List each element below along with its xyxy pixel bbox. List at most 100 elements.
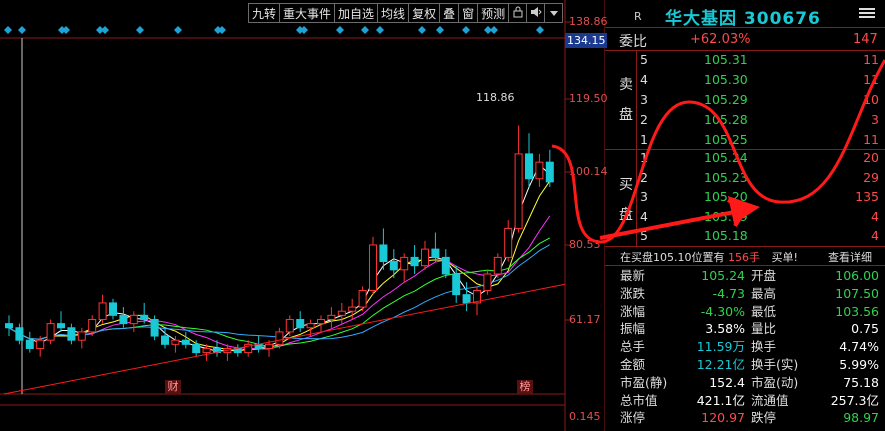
weibi-difference: 147 — [853, 32, 878, 47]
candle-body — [25, 339, 34, 349]
order-level: 4 — [640, 72, 648, 87]
stat-value: 0.75 — [851, 321, 879, 337]
candle-body — [514, 153, 523, 229]
candle-body — [150, 318, 159, 337]
menu-icon[interactable] — [856, 6, 878, 20]
event-diamond-icon — [300, 26, 308, 34]
order-price: 105.24 — [704, 150, 748, 165]
candle-body — [379, 244, 388, 263]
stat-label: 量比 — [751, 321, 777, 337]
event-diamond-icon — [490, 26, 498, 34]
order-volume: 135 — [855, 189, 879, 204]
order-volume: 4 — [871, 208, 879, 224]
stat-row: 总市值 421.1亿 流通值 257.3亿 — [620, 393, 885, 409]
sell-order-row[interactable]: 3 105.29 10 — [640, 92, 885, 110]
buy-order-row[interactable]: 1 105.24 20 — [640, 150, 885, 168]
candle-body — [337, 310, 346, 316]
order-volume: 10 — [863, 92, 879, 107]
stat-label: 最低 — [751, 303, 777, 319]
order-price: 105.23 — [704, 169, 748, 185]
sell-order-row[interactable]: 2 105.28 3 — [640, 112, 885, 130]
stat-row: 总手 11.59万 换手 4.74% — [620, 339, 885, 355]
toolbar-forecast[interactable]: 预测 — [478, 3, 510, 23]
order-level: 3 — [640, 92, 648, 107]
candle-body — [327, 314, 336, 320]
view-detail-link[interactable]: 查看详细 — [828, 249, 872, 265]
stat-label: 市盈(静) — [620, 374, 668, 390]
toolbar-major-events[interactable]: 重大事件 — [280, 3, 336, 23]
buy-order-row[interactable]: 2 105.23 29 — [640, 170, 885, 188]
stat-row: 振幅 3.58% 量比 0.75 — [620, 321, 885, 337]
stat-label: 流通值 — [751, 392, 789, 408]
candle-body — [88, 318, 97, 333]
kline-chart[interactable]: 138.86 134.15 119.50 100.14 80.53 61.17 … — [0, 0, 608, 431]
sell-order-row[interactable]: 5 105.31 11 — [640, 52, 885, 70]
event-diamond-icon — [436, 26, 444, 34]
candle-body — [285, 318, 294, 333]
candle-body — [119, 314, 128, 325]
stat-row: 金额 12.21亿 换手(实) 5.99% — [620, 357, 885, 373]
order-level: 1 — [640, 150, 648, 165]
buy-order-row[interactable]: 5 105.18 4 — [640, 228, 885, 246]
order-level: 4 — [640, 208, 648, 224]
event-diamond-icon — [536, 26, 544, 34]
buy-order-row[interactable]: 4 105.19 4 — [640, 209, 885, 227]
toolbar-jiuzhuan[interactable]: 九转 — [248, 3, 281, 23]
y-tick-label: 61.17 — [569, 313, 601, 326]
toolbar-window[interactable]: 窗 — [459, 3, 479, 23]
stat-label: 最高 — [751, 285, 777, 301]
stat-label: 换手 — [751, 339, 777, 355]
stat-row: 市盈(静) 152.4 市盈(动) 75.18 — [620, 375, 885, 391]
toolbar-moving-average[interactable]: 均线 — [378, 3, 410, 23]
candle-body — [275, 331, 284, 345]
stat-value: -4.30% — [700, 303, 745, 319]
candle-body — [192, 343, 201, 354]
dropdown-arrow-icon[interactable] — [545, 3, 564, 23]
stat-row: 涨停 120.97 跌停 98.97 — [620, 410, 885, 426]
order-level: 1 — [640, 132, 648, 147]
sell-order-row[interactable]: 1 105.25 11 — [640, 132, 885, 150]
candle-body — [67, 327, 76, 341]
y-tick-label: 138.86 — [569, 15, 608, 28]
buy-wall-qty: 156手 — [728, 251, 760, 264]
stat-value: 12.21亿 — [696, 357, 745, 372]
stat-value: 120.97 — [701, 410, 745, 426]
candle-body — [421, 248, 429, 267]
stat-value: 3.58% — [705, 321, 745, 337]
candle-body — [535, 161, 544, 180]
toolbar-add-watchlist[interactable]: 加自选 — [335, 3, 379, 23]
event-diamond-icon — [376, 26, 384, 34]
toolbar-overlay[interactable]: 叠 — [440, 3, 460, 23]
stat-label: 涨幅 — [620, 303, 646, 319]
toolbar-adjust[interactable]: 复权 — [409, 3, 441, 23]
stock-name-code: 华大基因 300676 — [665, 9, 821, 29]
candle-body — [358, 290, 367, 308]
buy-side-label: 买盘 — [619, 177, 633, 223]
speaker-icon[interactable] — [527, 3, 546, 23]
buy-order-row[interactable]: 3 105.20 135 — [640, 189, 885, 207]
order-level: 3 — [640, 189, 648, 204]
lock-icon[interactable] — [509, 3, 528, 23]
candle-body — [400, 256, 409, 271]
candle-body — [431, 248, 440, 258]
candle-body — [348, 306, 357, 312]
kline-svg[interactable] — [0, 0, 605, 431]
stat-label: 涨跌 — [620, 285, 646, 301]
event-marker-rank[interactable]: 榜 — [517, 380, 533, 394]
r-marker: R — [634, 10, 642, 23]
stat-value: 98.97 — [843, 410, 879, 426]
order-price: 105.25 — [704, 132, 748, 147]
buy-wall-label: 买单! — [771, 251, 798, 264]
stat-label: 换手(实) — [751, 357, 799, 372]
weibi-percent: +62.03% — [690, 32, 751, 47]
stat-label: 最新 — [620, 268, 646, 283]
event-marker-finance[interactable]: 财 — [165, 380, 181, 394]
candle-body — [5, 323, 13, 329]
candle-body — [545, 161, 554, 183]
indicator-tick-label: 0.145 — [569, 410, 601, 423]
sell-order-row[interactable]: 4 105.30 11 — [640, 72, 885, 90]
candle-body — [483, 273, 492, 292]
stat-value: 5.99% — [839, 357, 879, 372]
candle-body — [202, 347, 211, 354]
stat-value: 106.00 — [835, 268, 879, 283]
